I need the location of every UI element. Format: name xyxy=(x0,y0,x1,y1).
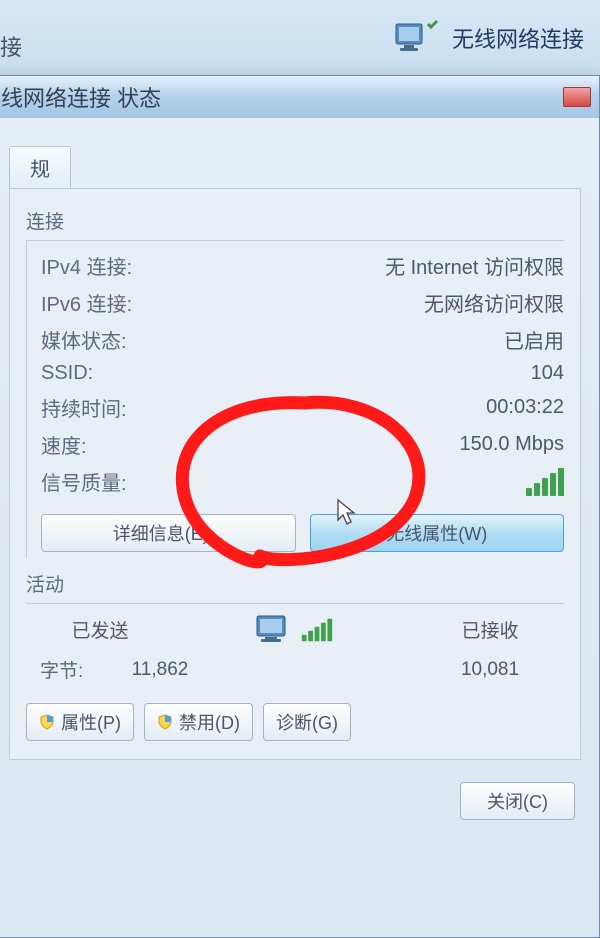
properties-button[interactable]: 属性(P) xyxy=(26,703,134,741)
tab-panel: 连接 IPv4 连接: 无 Internet 访问权限 IPv6 连接: 无网络… xyxy=(9,188,581,760)
row-duration: 持续时间: 00:03:22 xyxy=(41,389,564,426)
dialog-title: 线网络连接 状态 xyxy=(1,81,161,113)
connection-group: 连接 IPv4 连接: 无 Internet 访问权限 IPv6 连接: 无网络… xyxy=(26,207,564,558)
received-value: 10,081 xyxy=(430,659,550,681)
row-media: 媒体状态: 已启用 xyxy=(41,321,564,358)
window-close-button[interactable] xyxy=(563,87,591,107)
bg-right-label: 无线网络连接 xyxy=(452,22,584,54)
row-ipv4: IPv4 连接: 无 Internet 访问权限 xyxy=(41,247,564,284)
diagnose-button-label: 诊断(G) xyxy=(276,709,338,735)
close-button[interactable]: 关闭(C) xyxy=(460,782,575,820)
received-header: 已接收 xyxy=(430,616,550,643)
activity-group-label: 活动 xyxy=(26,570,564,597)
details-button[interactable]: 详细信息(E)... xyxy=(41,514,296,552)
tab-general[interactable]: 规 xyxy=(9,146,71,188)
tab-general-label: 规 xyxy=(30,159,50,181)
status-dialog: 线网络连接 状态 规 连接 IPv4 连接: 无 Internet 访问权限 I… xyxy=(0,75,600,938)
ipv6-label: IPv6 连接: xyxy=(41,288,132,317)
close-button-label: 关闭(C) xyxy=(487,792,548,812)
properties-button-label: 属性(P) xyxy=(61,709,121,735)
sent-header: 已发送 xyxy=(40,616,160,643)
ipv4-value: 无 Internet 访问权限 xyxy=(385,251,564,280)
shield-icon xyxy=(39,714,55,730)
ipv6-value: 无网络访问权限 xyxy=(424,288,564,317)
row-ssid: SSID: 104 xyxy=(41,358,564,389)
duration-value: 00:03:22 xyxy=(486,396,564,419)
details-button-label: 详细信息(E)... xyxy=(113,524,224,544)
media-label: 媒体状态: xyxy=(41,325,127,354)
media-value: 已启用 xyxy=(504,325,564,354)
ssid-value: 104 xyxy=(531,362,564,385)
signal-label: 信号质量: xyxy=(41,467,127,496)
ssid-label: SSID: xyxy=(41,362,93,385)
row-speed: 速度: 150.0 Mbps xyxy=(41,426,564,463)
wireless-properties-button[interactable]: 无线属性(W) xyxy=(310,514,565,552)
connection-group-label: 连接 xyxy=(26,207,564,234)
activity-icons xyxy=(160,614,430,644)
disable-button[interactable]: 禁用(D) xyxy=(144,703,253,741)
wireless-properties-button-label: 无线属性(W) xyxy=(386,524,487,544)
disable-button-label: 禁用(D) xyxy=(179,709,240,735)
duration-label: 持续时间: xyxy=(41,393,127,422)
background-header: 接 无线网络连接 xyxy=(0,0,600,75)
tabs: 规 xyxy=(9,146,581,188)
speed-value: 150.0 Mbps xyxy=(459,433,564,456)
row-ipv6: IPv6 连接: 无网络访问权限 xyxy=(41,284,564,321)
bytes-label: 字节: xyxy=(40,656,100,683)
titlebar[interactable]: 线网络连接 状态 xyxy=(0,76,599,118)
ipv4-label: IPv4 连接: xyxy=(41,251,132,280)
bg-left-label: 接 xyxy=(0,30,22,62)
row-signal: 信号质量: xyxy=(41,463,564,500)
signal-bars-icon xyxy=(526,468,564,496)
network-icon xyxy=(392,18,440,58)
speed-label: 速度: xyxy=(41,430,87,459)
activity-group: 活动 已发送 已接收 xyxy=(26,570,564,687)
diagnose-button[interactable]: 诊断(G) xyxy=(263,703,351,741)
sent-value: 11,862 xyxy=(100,659,220,681)
shield-icon xyxy=(157,714,173,730)
